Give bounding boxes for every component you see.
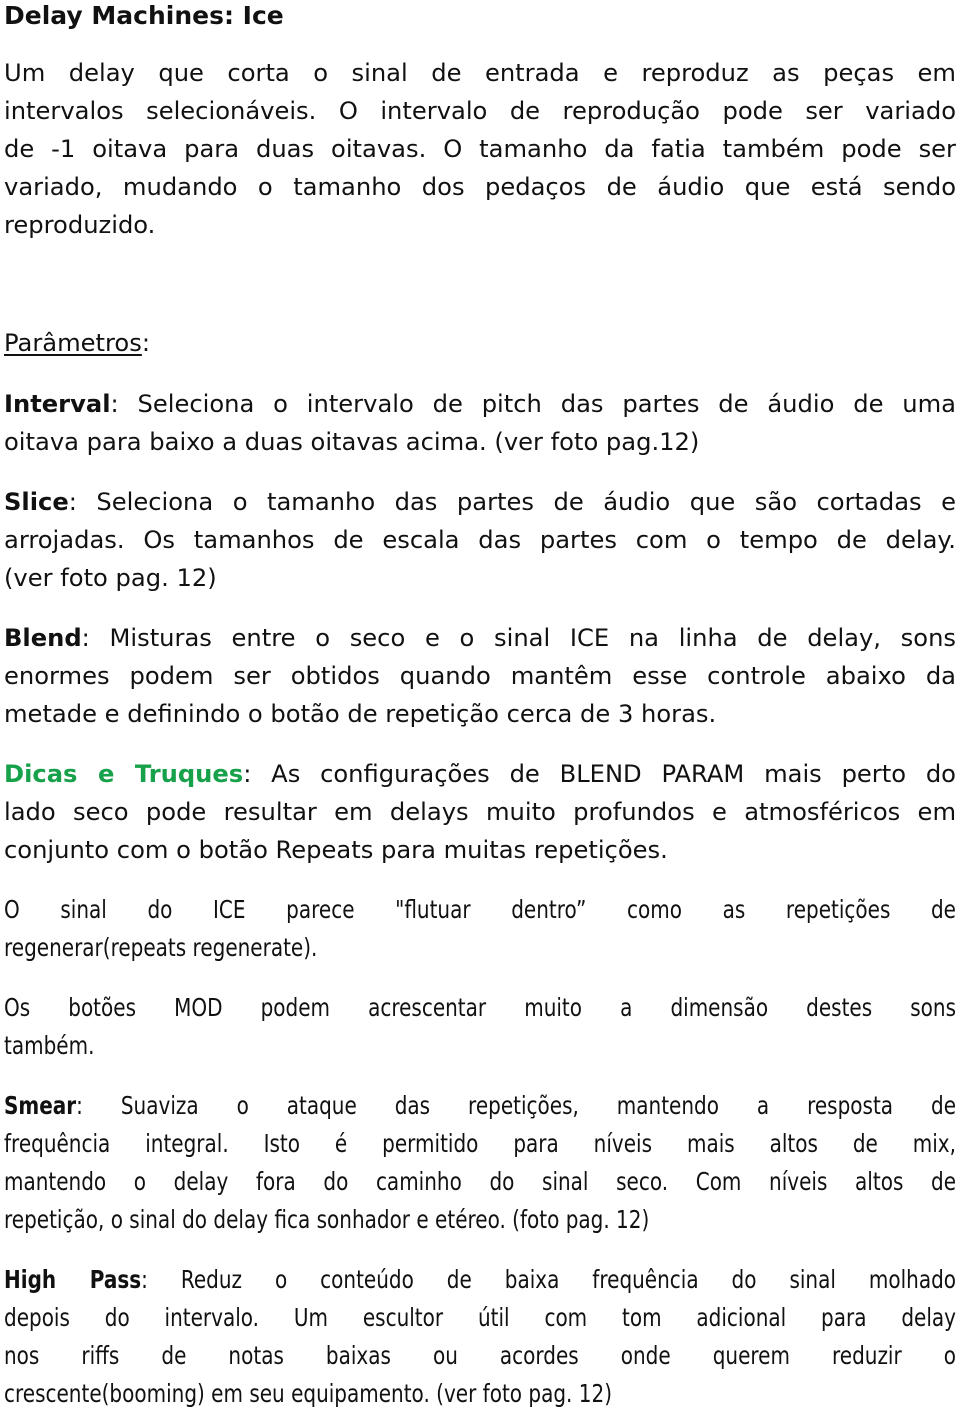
param-desc: nos riffs de notas baixas ou acordes ond… (4, 1341, 956, 1370)
param-name: Slice (4, 488, 69, 516)
parameters-heading-text: Parâmetros (4, 329, 142, 357)
param-slice: Slice: Seleciona o tamanho das partes de… (4, 483, 956, 597)
param-smear: Smear: Suaviza o ataque das repetições, … (4, 1087, 956, 1239)
intro-line: reproduzido. (4, 211, 156, 239)
param-desc: : Misturas entre o seco e o sinal ICE na… (81, 624, 956, 652)
param-desc: : Seleciona o tamanho das partes de áudi… (68, 488, 956, 516)
mod-line: também. (4, 1031, 95, 1060)
intro-line: variado, mudando o tamanho dos pedaços d… (4, 173, 956, 201)
param-desc: enormes podem ser obtidos quando mantêm … (4, 662, 956, 690)
tips-desc: conjunto com o botão Repeats para muitas… (4, 836, 668, 864)
param-desc: : Reduz o conteúdo de baixa frequência d… (141, 1265, 957, 1294)
param-desc: mantendo o delay fora do caminho do sina… (4, 1167, 956, 1196)
tips-desc: lado seco pode resultar em delays muito … (4, 798, 956, 826)
param-name: Interval (4, 390, 111, 418)
param-desc: crescente(booming) em seu equipamento. (… (4, 1379, 613, 1408)
param-desc: depois do intervalo. Um escultor útil co… (4, 1303, 956, 1332)
intro-paragraph: Um delay que corta o sinal de entrada e … (4, 54, 956, 244)
mod-paragraph: Os botões MOD podem acrescentar muito a … (4, 989, 956, 1065)
page-title: Delay Machines: Ice (4, 1, 284, 30)
ice-float-line: O sinal do ICE parece "flutuar dentro” c… (4, 895, 956, 924)
param-desc: frequência integral. Isto é permitido pa… (4, 1129, 956, 1158)
param-name: Smear (4, 1091, 77, 1120)
param-desc: repetição, o sinal do delay fica sonhado… (4, 1205, 650, 1234)
param-blend: Blend: Misturas entre o seco e o sinal I… (4, 619, 956, 733)
tips-heading: Dicas e Truques (4, 760, 244, 788)
ice-float-line: regenerar(repeats regenerate). (4, 933, 318, 962)
ice-float-paragraph: O sinal do ICE parece "flutuar dentro” c… (4, 891, 956, 967)
parameters-heading-colon: : (141, 329, 150, 357)
param-name: Blend (4, 624, 82, 652)
param-interval: Interval: Seleciona o intervalo de pitch… (4, 385, 956, 461)
param-desc: oitava para baixo a duas oitavas acima. … (4, 428, 700, 456)
intro-line: intervalos selecionáveis. O intervalo de… (4, 97, 956, 125)
tips-paragraph: Dicas e Truques: As configurações de BLE… (4, 755, 956, 869)
param-desc: : Suaviza o ataque das repetições, mante… (76, 1091, 957, 1120)
mod-line: Os botões MOD podem acrescentar muito a … (4, 993, 956, 1022)
param-desc: (ver foto pag. 12) (4, 564, 217, 592)
param-desc: metade e definindo o botão de repetição … (4, 700, 717, 728)
intro-line: Um delay que corta o sinal de entrada e … (4, 59, 956, 87)
parameters-heading: Parâmetros: (4, 324, 956, 362)
param-name: High Pass (4, 1265, 142, 1294)
param-desc: : Seleciona o intervalo de pitch das par… (110, 390, 957, 418)
intro-line: de -1 oitava para duas oitavas. O tamanh… (4, 135, 956, 163)
param-high-pass: High Pass: Reduz o conteúdo de baixa fre… (4, 1261, 956, 1413)
tips-desc: : As configurações de BLEND PARAM mais p… (243, 760, 956, 788)
param-desc: arrojadas. Os tamanhos de escala das par… (4, 526, 956, 554)
